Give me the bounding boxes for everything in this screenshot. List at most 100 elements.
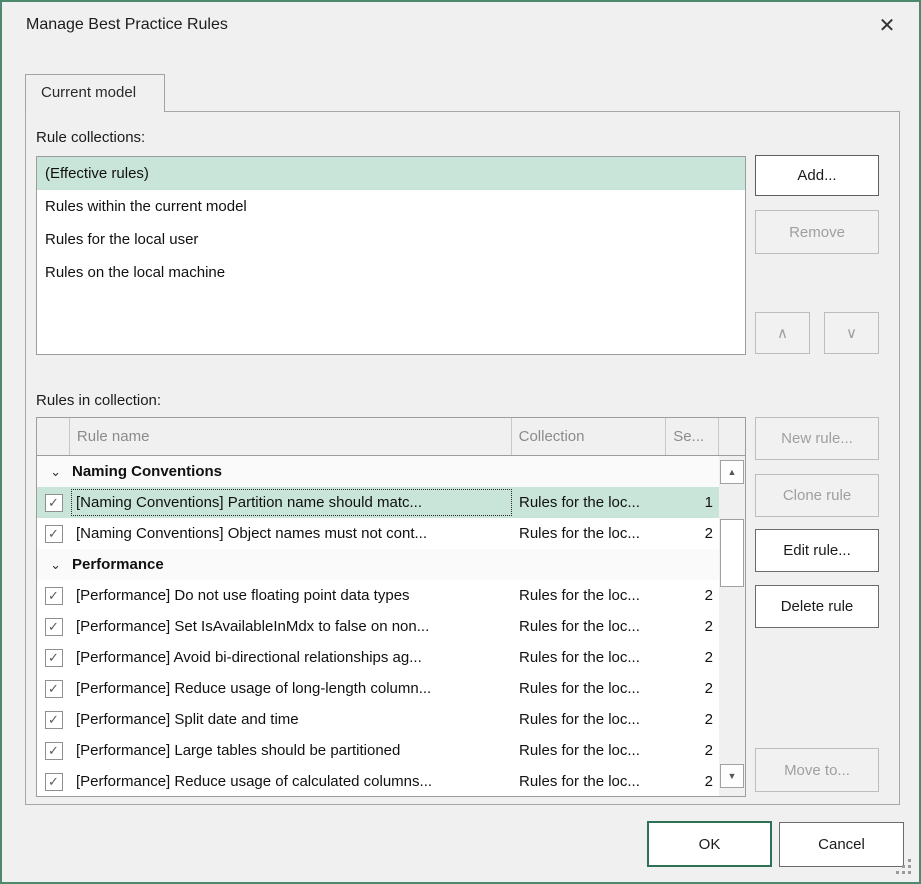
table-row[interactable]: ✓ [Naming Conventions] Partition name sh… bbox=[37, 487, 721, 518]
header-checkbox-column[interactable] bbox=[37, 418, 70, 455]
check-icon: ✓ bbox=[48, 775, 59, 788]
table-row[interactable]: ✓ [Performance] Set IsAvailableInMdx to … bbox=[37, 611, 721, 642]
table-row[interactable]: ✓ [Performance] Large tables should be p… bbox=[37, 735, 721, 766]
scroll-up-icon: ▲ bbox=[728, 468, 737, 477]
check-icon: ✓ bbox=[48, 682, 59, 695]
rule-name-cell[interactable]: [Performance] Split date and time bbox=[70, 705, 513, 734]
rule-name-cell[interactable]: [Performance] Large tables should be par… bbox=[70, 736, 513, 765]
chevron-down-icon: ∨ bbox=[846, 324, 857, 342]
header-spacer bbox=[719, 418, 745, 455]
collection-cell: Rules for the loc... bbox=[513, 680, 668, 697]
rules-table: Rule name Collection Se... ⌄ Naming Conv… bbox=[36, 417, 746, 797]
rule-name-cell[interactable]: [Naming Conventions] Object names must n… bbox=[70, 519, 513, 548]
edit-rule-button[interactable]: Edit rule... bbox=[755, 529, 879, 572]
tab-current-model[interactable]: Current model bbox=[25, 74, 165, 112]
move-up-button[interactable]: ∧ bbox=[755, 312, 810, 354]
tab-label: Current model bbox=[41, 84, 136, 101]
ok-button[interactable]: OK bbox=[647, 821, 772, 867]
dialog-title: Manage Best Practice Rules bbox=[26, 16, 228, 34]
check-icon: ✓ bbox=[48, 651, 59, 664]
checkbox[interactable]: ✓ bbox=[45, 525, 63, 543]
rule-name-cell[interactable]: [Performance] Do not use floating point … bbox=[70, 581, 513, 610]
group-collapse-icon[interactable]: ⌄ bbox=[37, 464, 61, 480]
list-item-current-model[interactable]: Rules within the current model bbox=[37, 190, 745, 223]
remove-button[interactable]: Remove bbox=[755, 210, 879, 254]
severity-cell: 2 bbox=[668, 711, 721, 728]
checkbox[interactable]: ✓ bbox=[45, 649, 63, 667]
checkbox[interactable]: ✓ bbox=[45, 587, 63, 605]
table-header: Rule name Collection Se... bbox=[37, 418, 745, 456]
close-button[interactable]: ✕ bbox=[867, 8, 907, 44]
table-row[interactable]: ✓ [Performance] Avoid bi-directional rel… bbox=[37, 642, 721, 673]
severity-cell: 2 bbox=[668, 773, 721, 790]
rule-name-cell[interactable]: [Naming Conventions] Partition name shou… bbox=[70, 488, 513, 517]
collection-cell: Rules for the loc... bbox=[513, 742, 668, 759]
checkbox[interactable]: ✓ bbox=[45, 680, 63, 698]
list-item-local-user[interactable]: Rules for the local user bbox=[37, 223, 745, 256]
new-rule-button[interactable]: New rule... bbox=[755, 417, 879, 460]
table-row[interactable]: ✓ [Naming Conventions] Object names must… bbox=[37, 518, 721, 549]
check-icon: ✓ bbox=[48, 713, 59, 726]
list-item-local-machine[interactable]: Rules on the local machine bbox=[37, 256, 745, 289]
table-scrollbar[interactable]: ▲ ▼ bbox=[719, 456, 745, 797]
severity-cell: 2 bbox=[668, 649, 721, 666]
collection-cell: Rules for the loc... bbox=[513, 494, 668, 511]
check-icon: ✓ bbox=[48, 527, 59, 540]
group-row-performance[interactable]: ⌄ Performance bbox=[37, 549, 721, 580]
clone-rule-button[interactable]: Clone rule bbox=[755, 474, 879, 517]
check-icon: ✓ bbox=[48, 496, 59, 509]
group-row-naming-conventions[interactable]: ⌄ Naming Conventions bbox=[37, 456, 721, 487]
checkbox[interactable]: ✓ bbox=[45, 711, 63, 729]
checkbox[interactable]: ✓ bbox=[45, 494, 63, 512]
checkbox[interactable]: ✓ bbox=[45, 618, 63, 636]
check-icon: ✓ bbox=[48, 589, 59, 602]
rule-collections-list: (Effective rules) Rules within the curre… bbox=[36, 156, 746, 355]
group-collapse-icon[interactable]: ⌄ bbox=[37, 557, 61, 573]
severity-cell: 2 bbox=[668, 742, 721, 759]
delete-rule-button[interactable]: Delete rule bbox=[755, 585, 879, 628]
rule-collections-label: Rule collections: bbox=[36, 129, 145, 146]
table-row[interactable]: ✓ [Performance] Do not use floating poin… bbox=[37, 580, 721, 611]
collection-cell: Rules for the loc... bbox=[513, 587, 668, 604]
check-icon: ✓ bbox=[48, 744, 59, 757]
rule-name-cell[interactable]: [Performance] Reduce usage of long-lengt… bbox=[70, 674, 513, 703]
collection-cell: Rules for the loc... bbox=[513, 525, 668, 542]
group-name: Naming Conventions bbox=[72, 463, 222, 480]
rules-in-collection-label: Rules in collection: bbox=[36, 392, 161, 409]
table-row[interactable]: ✓ [Performance] Reduce usage of calculat… bbox=[37, 766, 721, 797]
rule-name-cell[interactable]: [Performance] Avoid bi-directional relat… bbox=[70, 643, 513, 672]
dialog-manage-best-practice-rules: Manage Best Practice Rules ✕ Current mod… bbox=[0, 0, 921, 884]
group-name: Performance bbox=[72, 556, 164, 573]
collection-cell: Rules for the loc... bbox=[513, 711, 668, 728]
severity-cell: 2 bbox=[668, 525, 721, 542]
scroll-down-icon: ▼ bbox=[728, 772, 737, 781]
rule-name-cell[interactable]: [Performance] Set IsAvailableInMdx to fa… bbox=[70, 612, 513, 641]
header-collection[interactable]: Collection bbox=[512, 418, 667, 455]
header-severity[interactable]: Se... bbox=[666, 418, 719, 455]
collection-cell: Rules for the loc... bbox=[513, 618, 668, 635]
checkbox[interactable]: ✓ bbox=[45, 742, 63, 760]
table-row[interactable]: ✓ [Performance] Reduce usage of long-len… bbox=[37, 673, 721, 704]
scrollbar-thumb[interactable] bbox=[720, 519, 744, 587]
close-icon: ✕ bbox=[879, 15, 896, 37]
scroll-up-button[interactable]: ▲ bbox=[720, 460, 744, 484]
rule-name-cell[interactable]: [Performance] Reduce usage of calculated… bbox=[70, 767, 513, 796]
scroll-down-button[interactable]: ▼ bbox=[720, 764, 744, 788]
cancel-button[interactable]: Cancel bbox=[779, 822, 904, 867]
severity-cell: 2 bbox=[668, 680, 721, 697]
table-row[interactable]: ✓ [Performance] Split date and time Rule… bbox=[37, 704, 721, 735]
header-rule-name[interactable]: Rule name bbox=[70, 418, 512, 455]
move-down-button[interactable]: ∨ bbox=[824, 312, 879, 354]
list-item-effective-rules[interactable]: (Effective rules) bbox=[37, 157, 745, 190]
check-icon: ✓ bbox=[48, 620, 59, 633]
chevron-up-icon: ∧ bbox=[777, 324, 788, 342]
collection-cell: Rules for the loc... bbox=[513, 773, 668, 790]
severity-cell: 1 bbox=[668, 494, 721, 511]
collection-cell: Rules for the loc... bbox=[513, 649, 668, 666]
move-to-button[interactable]: Move to... bbox=[755, 748, 879, 792]
table-body: ⌄ Naming Conventions ✓ [Naming Conventio… bbox=[37, 456, 745, 797]
add-button[interactable]: Add... bbox=[755, 155, 879, 196]
resize-grip[interactable] bbox=[908, 871, 911, 874]
severity-cell: 2 bbox=[668, 587, 721, 604]
checkbox[interactable]: ✓ bbox=[45, 773, 63, 791]
